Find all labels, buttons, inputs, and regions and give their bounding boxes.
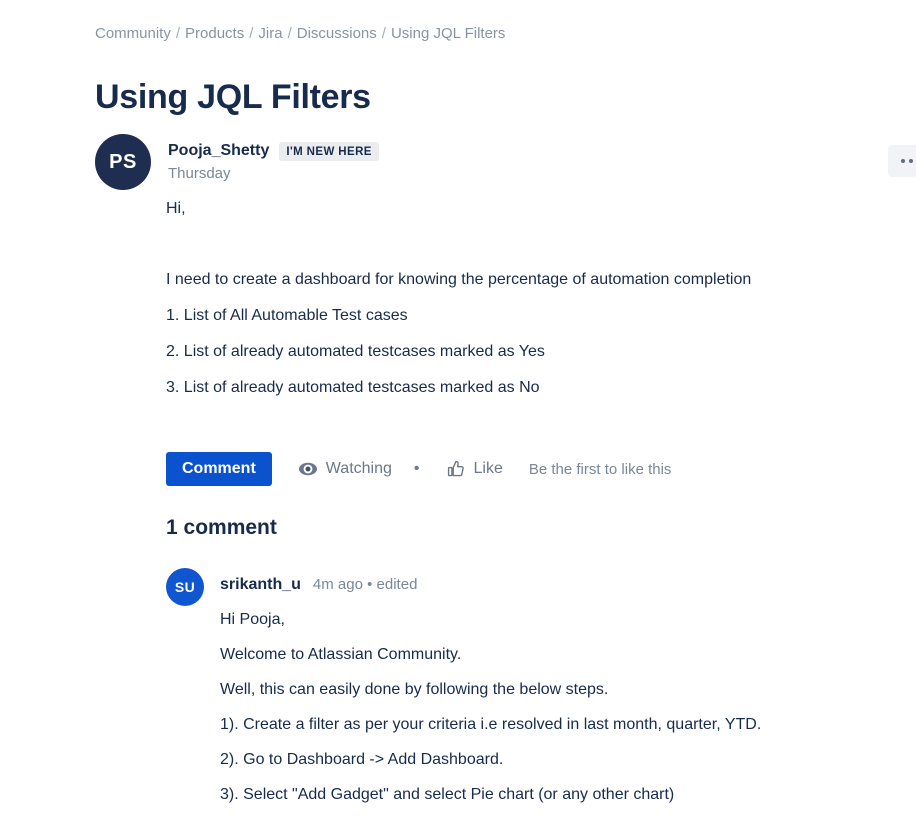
post-paragraph: I need to create a dashboard for knowing… — [166, 271, 752, 288]
action-separator: • — [413, 460, 420, 477]
watching-label: Watching — [325, 460, 392, 477]
breadcrumb-separator: / — [175, 25, 181, 42]
post-paragraph: Hi, — [166, 200, 186, 217]
comment-author-name[interactable]: srikanth_u — [220, 576, 301, 594]
breadcrumb-separator: / — [287, 25, 292, 42]
comments-heading: 1 comment — [166, 516, 277, 539]
comment-timestamp: 4m ago • edited — [312, 576, 418, 593]
comment-paragraph: 3). Select "Add Gadget" and select Pie c… — [220, 786, 675, 803]
status-badge: I'M NEW HERE — [279, 141, 379, 161]
breadcrumb: Community / Products / Jira / Discussions / Usin… — [95, 24, 505, 44]
watching-button[interactable]: Watching — [298, 459, 392, 479]
discussion-page: Community / Products / Jira / Discussions / Usin… — [0, 0, 916, 806]
like-label: Like — [473, 460, 503, 477]
comment-paragraph: Welcome to Atlassian Community. — [220, 646, 462, 663]
breadcrumb-item-products[interactable]: Products — [185, 25, 244, 42]
like-count-note: Be the first to like this — [528, 460, 672, 478]
post-paragraph: 1. List of All Automable Test cases — [166, 307, 408, 324]
post-paragraph: 3. List of already automated testcases m… — [166, 379, 540, 396]
comment-meta: srikanth_u 4m ago • edited — [220, 568, 417, 594]
post-body: Hi, I need to create a dashboard for kno… — [166, 197, 866, 412]
avatar-commenter[interactable]: SU — [166, 568, 204, 606]
breadcrumb-item-jira[interactable]: Jira — [258, 25, 282, 42]
post-author-line: Pooja_Shetty I'M NEW HERE — [168, 141, 379, 161]
comment-paragraph: Hi Pooja, — [220, 611, 285, 628]
breadcrumb-separator: / — [249, 25, 254, 42]
comment-paragraph: 2). Go to Dashboard -> Add Dashboard. — [220, 751, 504, 768]
post-date: Thursday — [168, 165, 231, 182]
post-action-bar: Comment Watching • Like Be the first to … — [166, 452, 671, 486]
comment-header: SU srikanth_u 4m ago • edited — [166, 568, 886, 606]
comment-body: Hi Pooja, Welcome to Atlassian Community… — [220, 608, 886, 807]
breadcrumb-separator: / — [381, 25, 386, 42]
post-author-meta: Pooja_Shetty I'M NEW HERE Thursday — [168, 134, 379, 184]
post-header: PS Pooja_Shetty I'M NEW HERE Thursday — [95, 134, 379, 190]
eye-icon — [298, 459, 318, 479]
like-button[interactable]: Like — [446, 459, 503, 479]
page-title: Using JQL Filters — [95, 78, 371, 116]
breadcrumb-item-community[interactable]: Community — [95, 25, 171, 42]
breadcrumb-item-discussions[interactable]: Discussions — [297, 25, 377, 42]
ellipsis-icon[interactable] — [888, 145, 916, 177]
ellipsis-dot — [901, 159, 905, 163]
ellipsis-dot — [909, 159, 913, 163]
thumbs-up-icon — [446, 459, 466, 479]
comment-button[interactable]: Comment — [166, 452, 272, 486]
avatar-author[interactable]: PS — [95, 134, 151, 190]
post-author-name[interactable]: Pooja_Shetty — [168, 141, 269, 161]
comment-item: SU srikanth_u 4m ago • edited Hi Pooja, … — [166, 568, 886, 818]
breadcrumb-item-current[interactable]: Using JQL Filters — [391, 25, 505, 42]
comment-paragraph: Well, this can easily done by following … — [220, 681, 609, 698]
comment-paragraph: 1). Create a filter as per your criteria… — [220, 716, 762, 733]
post-paragraph: 2. List of already automated testcases m… — [166, 343, 545, 360]
